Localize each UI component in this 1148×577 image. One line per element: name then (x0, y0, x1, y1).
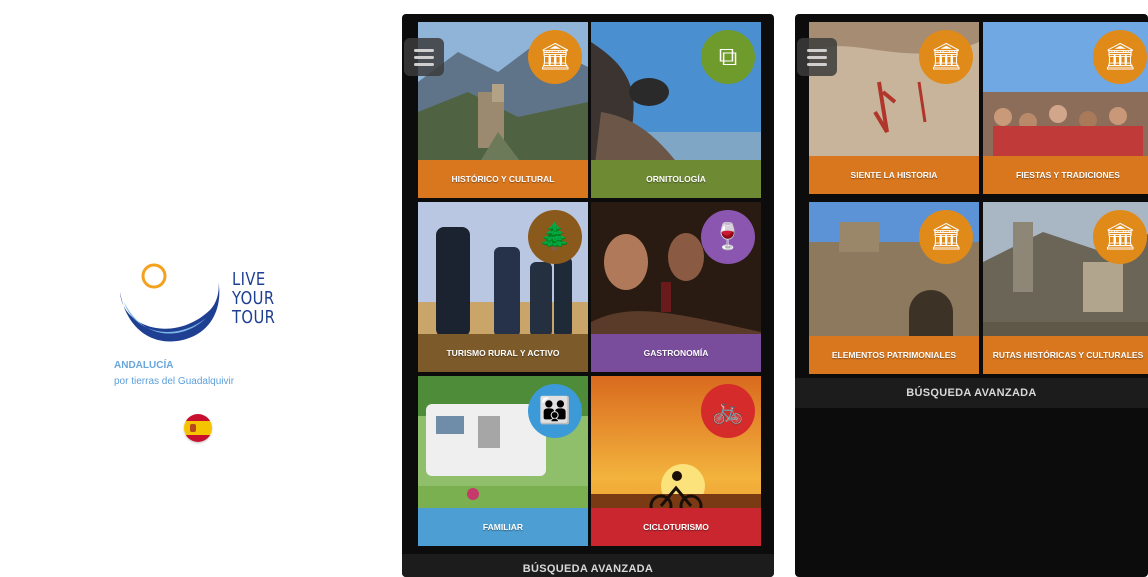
logo-line-your: YOUR (232, 288, 275, 309)
monument-icon: 🏛 (919, 30, 973, 84)
logo-swoosh-icon (120, 263, 220, 342)
app-logo: LIVE YOUR TOUR (114, 258, 304, 368)
tile-label: GASTRONOMÍA (591, 334, 761, 372)
tile-label: HISTÓRICO Y CULTURAL (418, 160, 588, 198)
tile-rutas-historicas-culturales[interactable]: 🏛 RUTAS HISTÓRICAS Y CULTURALES (983, 202, 1148, 374)
monument-icon: 🏛 (919, 210, 973, 264)
tile-label: FIESTAS Y TRADICIONES (983, 156, 1148, 194)
tile-label: ELEMENTOS PATRIMONIALES (809, 336, 979, 374)
tile-cicloturismo[interactable]: 🚲 CICLOTURISMO (591, 376, 761, 546)
tile-turismo-rural-activo[interactable]: 🌲 TURISMO RURAL Y ACTIVO (418, 202, 588, 372)
monument-icon: 🏛 (1093, 210, 1147, 264)
monument-icon: 🏛 (1093, 30, 1147, 84)
tile-label: RUTAS HISTÓRICAS Y CULTURALES (983, 336, 1148, 374)
logo-wordmark: LIVE YOUR TOUR (232, 270, 289, 327)
tile-fiestas-tradiciones[interactable]: 🏛 FIESTAS Y TRADICIONES (983, 22, 1148, 194)
tile-ornitologia[interactable]: ⧉ ORNITOLOGÍA (591, 22, 761, 198)
hamburger-menu-icon[interactable] (797, 38, 837, 76)
main-categories-screen: 🏛 HISTÓRICO Y CULTURAL ⧉ ORNITOLOGÍA 🌲 T… (402, 14, 774, 577)
tile-gastronomia[interactable]: 🍷 GASTRONOMÍA (591, 202, 761, 372)
trees-icon: 🌲 (528, 210, 582, 264)
advanced-search-button[interactable]: BÚSQUEDA AVANZADA (795, 378, 1148, 408)
screenshot-collage: LIVE YOUR TOUR ANDALUCÍA por tierras del… (0, 0, 1148, 577)
tagline-label: por tierras del Guadalquivir (114, 376, 235, 387)
tile-label: TURISMO RURAL Y ACTIVO (418, 334, 588, 372)
wine-icon: 🍷 (701, 210, 755, 264)
historical-subcategories-screen: 🏛 SIENTE LA HISTORIA 🏛 FIESTAS Y TRADICI… (795, 14, 1148, 577)
logo-line-tour: TOUR (232, 307, 276, 328)
tile-label: CICLOTURISMO (591, 508, 761, 546)
tile-elementos-patrimoniales[interactable]: 🏛 ELEMENTOS PATRIMONIALES (809, 202, 979, 374)
tile-label: SIENTE LA HISTORIA (809, 156, 979, 194)
tile-label: ORNITOLOGÍA (591, 160, 761, 198)
monument-icon: 🏛 (528, 30, 582, 84)
spain-flag-icon[interactable] (184, 414, 212, 442)
tile-label: FAMILIAR (418, 508, 588, 546)
hamburger-menu-icon[interactable] (404, 38, 444, 76)
family-icon: 👪 (528, 384, 582, 438)
tile-familiar[interactable]: 👪 FAMILIAR (418, 376, 588, 546)
region-label: ANDALUCÍA (114, 360, 174, 371)
bicycle-icon: 🚲 (701, 384, 755, 438)
advanced-search-button[interactable]: BÚSQUEDA AVANZADA (402, 554, 774, 577)
binoculars-icon: ⧉ (701, 30, 755, 84)
logo-line-live: LIVE (232, 269, 266, 290)
splash-screen: LIVE YOUR TOUR ANDALUCÍA por tierras del… (10, 10, 382, 577)
